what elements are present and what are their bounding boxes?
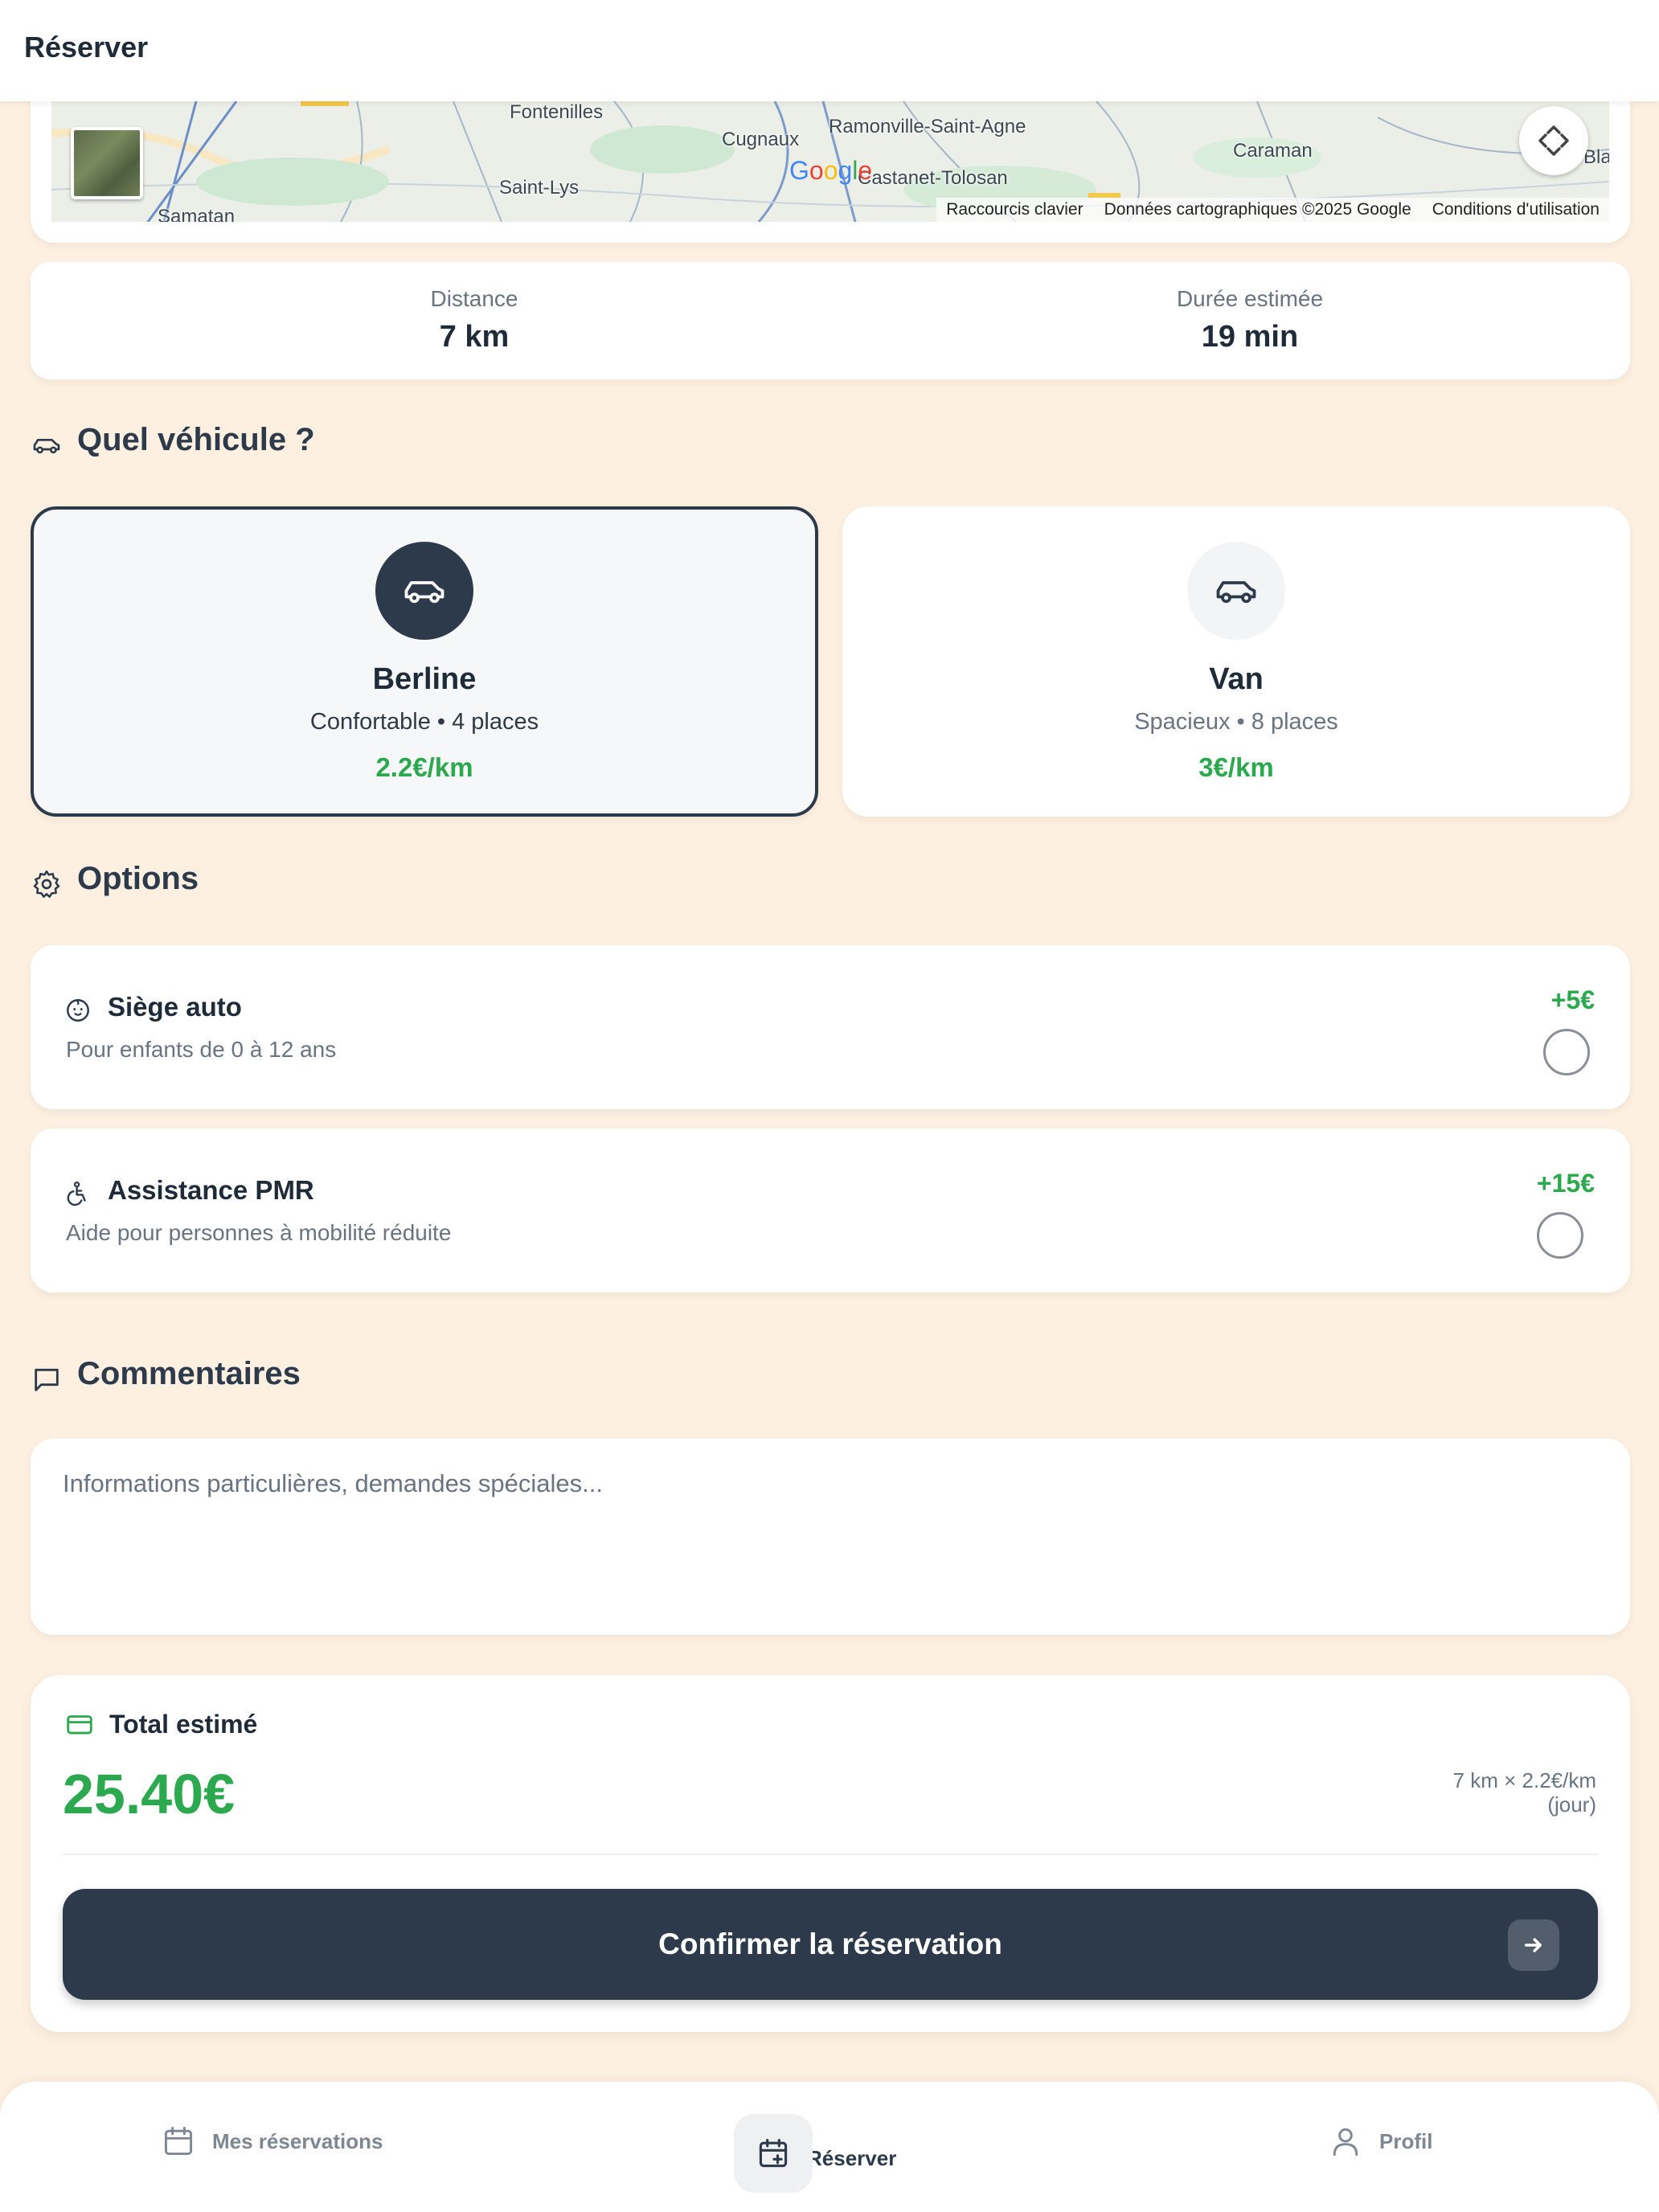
map-place-label: Castanet-Tolosan	[858, 167, 1008, 189]
option-child-seat[interactable]: Siège auto Pour enfants de 0 à 12 ans +5…	[31, 945, 1630, 1109]
vehicle-icon-badge	[375, 542, 473, 640]
nav-icon	[161, 2124, 196, 2159]
trip-stats-card: Distance 7 km Durée estimée 19 min	[31, 262, 1630, 379]
map-place-label: Cugnaux	[722, 129, 800, 150]
divider	[63, 1854, 1598, 1855]
option-price: +5€	[1550, 985, 1595, 1014]
page-title: Réserver	[24, 31, 149, 63]
vehicle-section-header: Quel véhicule ?	[31, 418, 315, 461]
options-section-title: Options	[77, 860, 199, 896]
google-logo: Google	[789, 156, 873, 185]
comments-section-header: Commentaires	[31, 1352, 301, 1395]
map-place-label: Samatan	[158, 206, 236, 222]
calendar-icon	[164, 2127, 193, 2156]
map-place-label: Saint-Lys	[499, 177, 580, 199]
nav-icon	[1328, 2124, 1363, 2159]
nav-item-reserve[interactable]: Réserver	[734, 2114, 897, 2193]
option-description: Aide pour personnes à mobilité réduite	[66, 1220, 452, 1245]
map-attribution: Raccourcis clavier Données cartographiqu…	[936, 198, 1609, 222]
comments-section-title: Commentaires	[77, 1355, 301, 1391]
message-icon	[35, 1368, 59, 1391]
nav-label: Mes réservations	[212, 2128, 383, 2153]
car-icon	[1216, 581, 1256, 604]
map-place-label: Ramonville-Saint-Agne	[829, 116, 1026, 137]
comment-box	[31, 1439, 1630, 1635]
confirm-button-label: Confirmer la réservation	[658, 1927, 1002, 1960]
vehicle-name: Van	[1209, 662, 1264, 696]
vehicle-icon-badge	[1187, 542, 1285, 640]
comment-input[interactable]	[63, 1469, 1590, 1614]
duration-label: Durée estimée	[1176, 286, 1324, 311]
option-price: +15€	[1536, 1169, 1595, 1198]
expand-icon	[1538, 125, 1569, 156]
calc-rate-type: (jour)	[1547, 1792, 1596, 1817]
map-shortcuts-link[interactable]: Raccourcis clavier	[946, 200, 1083, 219]
accessibility-icon	[67, 1181, 86, 1206]
total-amount: 25.40€	[63, 1763, 236, 1825]
calendar-plus-icon	[759, 2138, 788, 2168]
map-place-label: Caraman	[1233, 140, 1313, 162]
car-icon	[404, 581, 444, 604]
nav-label: Réserver	[807, 2145, 897, 2170]
nav-item-profile[interactable]: Profil	[1328, 2124, 1432, 2159]
total-header: Total estimé	[64, 1709, 257, 1739]
vehicle-section-title: Quel véhicule ?	[77, 421, 315, 457]
car-icon	[33, 439, 60, 454]
baby-icon	[67, 999, 89, 1022]
vehicle-description: Spacieux • 8 places	[1134, 709, 1338, 735]
top-bar: Réserver	[0, 0, 1659, 101]
options-section-header: Options	[31, 857, 199, 900]
total-card: Total estimé 25.40€ 7 km × 2.2€/km (jour…	[31, 1675, 1630, 2032]
total-label: Total estimé	[109, 1709, 258, 1739]
gear-icon	[33, 870, 60, 898]
distance-stat: Distance 7 km	[233, 286, 715, 354]
option-radio[interactable]	[1537, 1212, 1583, 1259]
map-place-label: Bla	[1583, 146, 1609, 168]
confirm-reservation-button[interactable]: Confirmer la réservation	[63, 1889, 1598, 2000]
credit-card-icon	[67, 1715, 92, 1735]
duration-stat: Durée estimée 19 min	[1009, 286, 1491, 354]
vehicle-description: Confortable • 4 places	[309, 709, 539, 735]
map-fullscreen-button[interactable]	[1519, 106, 1588, 175]
nav-icon	[734, 2114, 813, 2193]
option-pmr-assistance[interactable]: Assistance PMR Aide pour personnes à mob…	[31, 1129, 1630, 1292]
arrow-right-icon	[1524, 1938, 1542, 1952]
vehicle-option-van[interactable]: Van Spacieux • 8 places 3€/km	[842, 506, 1630, 817]
option-description: Pour enfants de 0 à 12 ans	[66, 1037, 337, 1062]
user-icon	[1333, 2128, 1358, 2156]
vehicle-price: 2.2€/km	[375, 752, 473, 782]
total-calculation: 7 km × 2.2€/km (jour)	[1453, 1768, 1596, 1817]
vehicle-option-berline[interactable]: Berline Confortable • 4 places 2.2€/km	[31, 506, 818, 817]
duration-value: 19 min	[1201, 320, 1299, 354]
route-map[interactable]: Fontenilles Cugnaux Ramonville-Saint-Agn…	[51, 101, 1609, 222]
distance-label: Distance	[430, 286, 518, 311]
option-name: Assistance PMR	[108, 1175, 314, 1205]
map-data-credit: Données cartographiques ©2025 Google	[1104, 200, 1411, 219]
map-terms-link[interactable]: Conditions d'utilisation	[1432, 200, 1600, 219]
vehicle-price: 3€/km	[1198, 752, 1274, 782]
arrow-badge	[1508, 1919, 1559, 1971]
nav-label: Profil	[1379, 2128, 1433, 2153]
satellite-toggle[interactable]	[71, 127, 143, 199]
nav-item-my-reservations[interactable]: Mes réservations	[161, 2124, 383, 2159]
map-place-label: Fontenilles	[510, 101, 604, 123]
bottom-navigation: Mes réservations Réserver Profil	[0, 2082, 1659, 2212]
vehicle-name: Berline	[372, 662, 477, 696]
calc-formula: 7 km × 2.2€/km	[1452, 1768, 1596, 1792]
option-radio[interactable]	[1543, 1029, 1590, 1075]
distance-value: 7 km	[439, 320, 510, 354]
option-name: Siège auto	[108, 992, 242, 1022]
